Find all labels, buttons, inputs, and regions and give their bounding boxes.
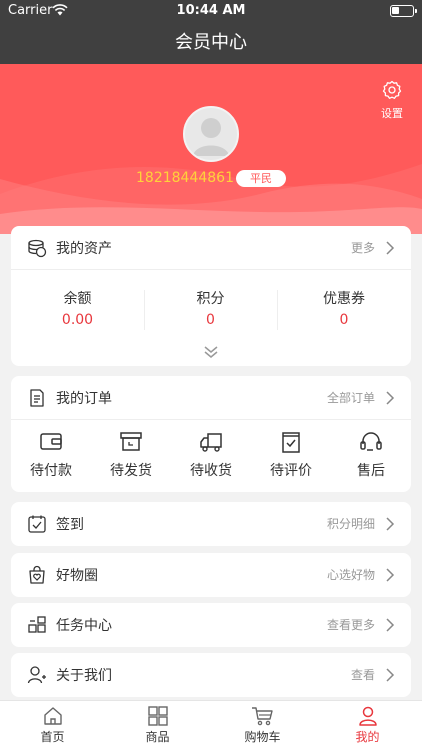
select-goods-link[interactable]: 心选好物 — [327, 566, 375, 583]
orders-header[interactable]: 我的订单 全部订单 — [11, 376, 411, 420]
order-after-sales[interactable]: 售后 — [331, 430, 411, 480]
good-things-title: 好物圈 — [56, 568, 98, 584]
user-placeholder-icon — [193, 118, 229, 156]
tab-home[interactable]: 首页 — [0, 706, 105, 745]
chevron-right-icon — [386, 568, 395, 582]
task-center-row[interactable]: 任务中心 查看更多 — [11, 603, 411, 647]
chevron-right-icon — [386, 668, 395, 682]
good-things-row[interactable]: 好物圈 心选好物 — [11, 553, 411, 597]
avatar[interactable] — [183, 106, 239, 162]
order-pending-review[interactable]: 待评价 — [251, 430, 331, 480]
tab-home-label: 首页 — [40, 730, 65, 744]
checkin-title: 签到 — [56, 517, 84, 533]
status-bar: Carrier 10:44 AM — [0, 0, 422, 22]
cart-icon — [251, 707, 273, 726]
headset-icon — [360, 432, 382, 451]
about-us-row[interactable]: 关于我们 查看 — [11, 653, 411, 697]
order-pending-payment[interactable]: 待付款 — [11, 430, 91, 480]
order-pending-receipt[interactable]: 待收货 — [171, 430, 251, 480]
asset-points-value: 0 — [206, 312, 215, 328]
nav-bar: 会员中心 — [0, 22, 422, 64]
view-link[interactable]: 查看 — [351, 666, 375, 683]
grid-icon — [147, 706, 168, 726]
wallet-icon — [40, 433, 62, 450]
tab-cart-label: 购物车 — [244, 730, 281, 744]
order-pending-payment-label: 待付款 — [30, 463, 72, 479]
order-pending-receipt-label: 待收货 — [190, 463, 232, 479]
orders-card: 我的订单 全部订单 待付款 待发货 待收货 待评价 售后 — [11, 376, 411, 492]
about-us-title: 关于我们 — [56, 668, 112, 684]
tab-products[interactable]: 商品 — [105, 706, 210, 745]
bottom-tab-bar: 首页 商品 购物车 我的 — [0, 700, 422, 750]
assets-card: 我的资产 更多 余额 0.00 积分 0 优惠券 0 — [11, 226, 411, 366]
gear-icon — [382, 80, 402, 99]
assets-title: 我的资产 — [56, 241, 112, 257]
asset-coupons-label: 优惠券 — [323, 291, 365, 307]
asset-points-label: 积分 — [196, 291, 225, 307]
clipboard-check-icon — [282, 432, 300, 453]
battery-icon — [390, 5, 417, 17]
chevron-right-icon — [386, 391, 395, 405]
page-title: 会员中心 — [175, 32, 247, 53]
view-more-link[interactable]: 查看更多 — [327, 616, 375, 633]
chevron-right-icon — [386, 618, 395, 632]
settings-label: 设置 — [381, 107, 403, 120]
tab-mine-label: 我的 — [355, 730, 380, 744]
order-pending-shipment[interactable]: 待发货 — [91, 430, 171, 480]
home-icon — [43, 707, 62, 725]
coins-icon — [28, 239, 47, 258]
asset-balance[interactable]: 余额 0.00 — [11, 282, 144, 330]
chevron-right-icon — [386, 517, 395, 531]
user-phone: 18218444861 — [136, 170, 234, 186]
profile-header: 设置 18218444861 平民 — [0, 64, 422, 234]
assets-row: 余额 0.00 积分 0 优惠券 0 — [11, 282, 411, 330]
asset-coupons[interactable]: 优惠券 0 — [277, 282, 411, 330]
order-pending-shipment-label: 待发货 — [110, 463, 152, 479]
clock: 10:44 AM — [176, 3, 246, 18]
box-icon — [120, 432, 142, 451]
checkin-icon — [28, 515, 46, 533]
settings-button[interactable]: 设置 — [374, 80, 410, 121]
tab-cart[interactable]: 购物车 — [210, 706, 315, 745]
order-after-sales-label: 售后 — [357, 463, 385, 479]
checkin-row[interactable]: 签到 积分明细 — [11, 502, 411, 546]
points-detail-link[interactable]: 积分明细 — [327, 515, 375, 532]
asset-balance-value: 0.00 — [61, 312, 94, 328]
assets-more-link[interactable]: 更多 — [351, 239, 375, 256]
order-list-icon — [30, 389, 44, 407]
asset-balance-label: 余额 — [63, 291, 92, 307]
user-add-icon — [27, 666, 46, 684]
orders-title: 我的订单 — [56, 391, 112, 407]
task-icon — [28, 616, 46, 633]
order-status-row: 待付款 待发货 待收货 待评价 售后 — [11, 430, 411, 486]
member-level-badge: 平民 — [236, 170, 286, 187]
asset-coupons-value: 0 — [339, 312, 349, 328]
tab-products-label: 商品 — [145, 730, 170, 744]
truck-icon — [200, 433, 222, 452]
tab-mine[interactable]: 我的 — [315, 706, 420, 745]
person-icon — [358, 706, 377, 726]
asset-points[interactable]: 积分 0 — [144, 282, 277, 330]
chevron-right-icon — [386, 241, 395, 255]
order-pending-review-label: 待评价 — [270, 463, 312, 479]
assets-header[interactable]: 我的资产 更多 — [11, 226, 411, 270]
double-chevron-down-icon[interactable] — [203, 344, 219, 360]
bag-heart-icon — [29, 565, 45, 584]
all-orders-link[interactable]: 全部订单 — [327, 389, 375, 406]
task-center-title: 任务中心 — [56, 618, 112, 634]
